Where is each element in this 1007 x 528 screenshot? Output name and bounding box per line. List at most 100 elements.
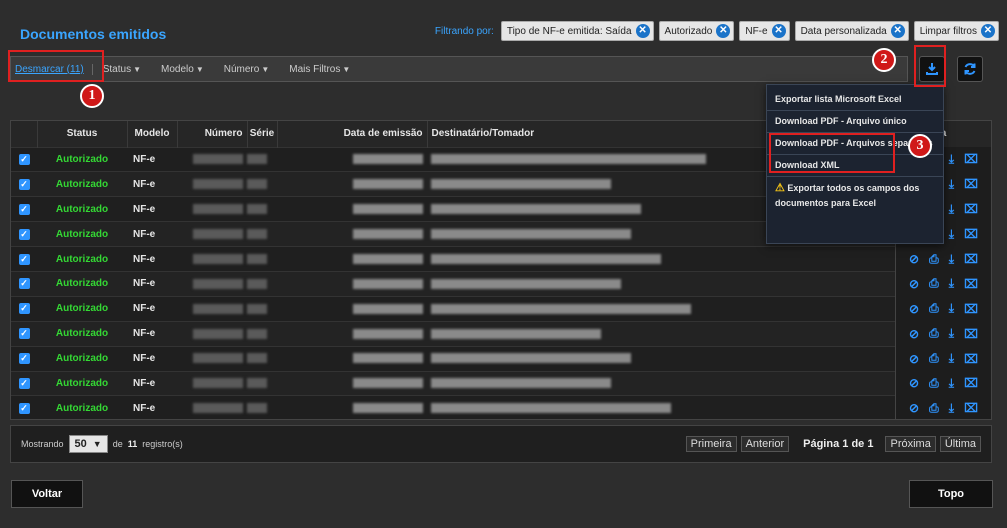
print-icon[interactable]: ⎙ — [929, 301, 939, 316]
serie-column-header[interactable]: Série — [247, 121, 278, 147]
status-cell: Autorizado — [37, 171, 127, 197]
history-icon[interactable]: ⊘ — [909, 376, 919, 390]
modelo-filter-dropdown[interactable]: Modelo ▼ — [151, 64, 214, 75]
menu-item-export-excel[interactable]: Exportar lista Microsoft Excel — [767, 85, 943, 110]
download-icon[interactable]: ⤓ — [949, 202, 954, 217]
redacted-value — [431, 204, 641, 215]
history-icon[interactable]: ⊘ — [909, 401, 919, 415]
table-row[interactable]: ✓ Autorizado NF-e — [11, 370, 895, 396]
print-icon[interactable]: ⎙ — [929, 401, 939, 416]
cancel-document-icon[interactable]: ⌧ — [964, 302, 978, 316]
active-filters: Filtrando por: Tipo de NF-e emitida: Saí… — [435, 21, 999, 41]
row-checkbox[interactable]: ✓ — [18, 203, 30, 215]
row-checkbox[interactable]: ✓ — [18, 303, 30, 315]
table-row[interactable]: ✓ Autorizado NF-e — [11, 270, 895, 297]
data-emissao-cell — [277, 345, 427, 372]
cancel-document-icon[interactable]: ⌧ — [964, 401, 978, 415]
row-checkbox[interactable]: ✓ — [18, 153, 30, 165]
row-select-cell: ✓ — [11, 146, 37, 172]
cancel-document-icon[interactable]: ⌧ — [964, 352, 978, 366]
download-icon[interactable]: ⤓ — [949, 376, 954, 391]
download-button[interactable] — [919, 56, 945, 82]
table-row[interactable]: ✓ Autorizado NF-e — [11, 295, 895, 322]
status-cell: Autorizado — [37, 246, 127, 272]
history-icon[interactable]: ⊘ — [909, 352, 919, 366]
table-row[interactable]: ✓ Autorizado NF-e — [11, 345, 895, 372]
download-icon[interactable]: ⤓ — [949, 351, 954, 366]
history-icon[interactable]: ⊘ — [909, 252, 919, 266]
redacted-value — [193, 278, 243, 289]
print-icon[interactable]: ⎙ — [929, 276, 939, 291]
print-icon[interactable]: ⎙ — [929, 376, 939, 391]
download-icon[interactable]: ⤓ — [949, 152, 954, 167]
history-icon[interactable]: ⊘ — [909, 327, 919, 341]
table-row[interactable]: ✓ Autorizado NF-e — [11, 246, 895, 272]
table-row[interactable]: ✓ Autorizado NF-e — [11, 196, 895, 222]
download-icon[interactable]: ⤓ — [949, 252, 954, 267]
table-row[interactable]: ✓ Autorizado NF-e — [11, 146, 895, 172]
remove-filter-icon[interactable]: ✕ — [981, 24, 995, 38]
cancel-document-icon[interactable]: ⌧ — [964, 227, 978, 241]
filter-chip-data[interactable]: Data personalizada ✕ — [794, 21, 909, 41]
download-icon[interactable]: ⤓ — [949, 227, 954, 242]
redacted-value — [353, 378, 423, 389]
download-icon[interactable]: ⤓ — [949, 301, 954, 316]
page-size-select[interactable]: 50 ▼ — [68, 435, 108, 453]
redacted-value — [431, 403, 671, 414]
row-checkbox[interactable]: ✓ — [18, 377, 30, 389]
clear-filters-button[interactable]: Limpar filtros ✕ — [913, 21, 999, 41]
print-icon[interactable]: ⎙ — [929, 351, 939, 366]
table-row[interactable]: ✓ Autorizado NF-e — [11, 171, 895, 197]
download-icon[interactable]: ⤓ — [949, 276, 954, 291]
back-button[interactable]: Voltar — [11, 480, 83, 508]
download-icon[interactable]: ⤓ — [949, 177, 954, 192]
cancel-document-icon[interactable]: ⌧ — [964, 327, 978, 341]
cancel-document-icon[interactable]: ⌧ — [964, 177, 978, 191]
top-button[interactable]: Topo — [909, 480, 993, 508]
table-row[interactable]: ✓ Autorizado NF-e — [11, 395, 895, 419]
row-checkbox[interactable]: ✓ — [18, 353, 30, 365]
menu-item-export-all-fields[interactable]: ⚠ Exportar todos os campos dos documento… — [767, 176, 943, 214]
modelo-column-header[interactable]: Modelo — [127, 121, 178, 147]
prev-page-button[interactable]: Anterior — [740, 436, 790, 452]
refresh-button[interactable] — [957, 56, 983, 82]
status-column-header[interactable]: Status — [37, 121, 128, 147]
warning-icon: ⚠ — [775, 182, 785, 195]
remove-filter-icon[interactable]: ✕ — [716, 24, 731, 38]
download-icon[interactable]: ⤓ — [949, 326, 954, 341]
download-icon[interactable]: ⤓ — [949, 401, 954, 416]
history-icon[interactable]: ⊘ — [909, 277, 919, 291]
last-page-button[interactable]: Última — [939, 436, 981, 452]
row-checkbox[interactable]: ✓ — [18, 178, 30, 190]
status-filter-dropdown[interactable]: Status ▼ — [93, 64, 151, 75]
numero-column-header[interactable]: Número — [177, 121, 248, 147]
remove-filter-icon[interactable]: ✕ — [635, 24, 650, 38]
more-filters-dropdown[interactable]: Mais Filtros ▼ — [279, 64, 360, 75]
next-page-button[interactable]: Próxima — [885, 436, 936, 452]
cancel-document-icon[interactable]: ⌧ — [964, 152, 978, 166]
table-row[interactable]: ✓ Autorizado NF-e — [11, 221, 895, 247]
print-icon[interactable]: ⎙ — [929, 252, 939, 267]
cancel-document-icon[interactable]: ⌧ — [964, 202, 978, 216]
remove-filter-icon[interactable]: ✕ — [890, 24, 905, 38]
row-checkbox[interactable]: ✓ — [18, 228, 30, 240]
row-checkbox[interactable]: ✓ — [18, 253, 30, 265]
filter-chip-tipo[interactable]: Tipo de NF-e emitida: Saída ✕ — [500, 21, 654, 41]
row-checkbox[interactable]: ✓ — [18, 278, 30, 290]
filter-chip-autorizado[interactable]: Autorizado ✕ — [658, 21, 735, 41]
numero-filter-dropdown[interactable]: Número ▼ — [214, 64, 280, 75]
remove-filter-icon[interactable]: ✕ — [771, 24, 786, 38]
row-checkbox[interactable]: ✓ — [18, 328, 30, 340]
row-checkbox[interactable]: ✓ — [18, 403, 30, 415]
data-emissao-column-header[interactable]: Data de emissão — [277, 121, 428, 147]
cancel-document-icon[interactable]: ⌧ — [964, 376, 978, 390]
cancel-document-icon[interactable]: ⌧ — [964, 252, 978, 266]
cancel-document-icon[interactable]: ⌧ — [964, 277, 978, 291]
history-icon[interactable]: ⊘ — [909, 302, 919, 316]
filter-chip-nfe[interactable]: NF-e ✕ — [739, 21, 790, 41]
print-icon[interactable]: ⎙ — [929, 326, 939, 341]
menu-item-pdf-single[interactable]: Download PDF - Arquivo único — [767, 110, 943, 132]
table-row[interactable]: ✓ Autorizado NF-e — [11, 320, 895, 347]
deselect-link[interactable]: Desmarcar (11) — [11, 63, 93, 75]
first-page-button[interactable]: Primeira — [685, 436, 737, 452]
